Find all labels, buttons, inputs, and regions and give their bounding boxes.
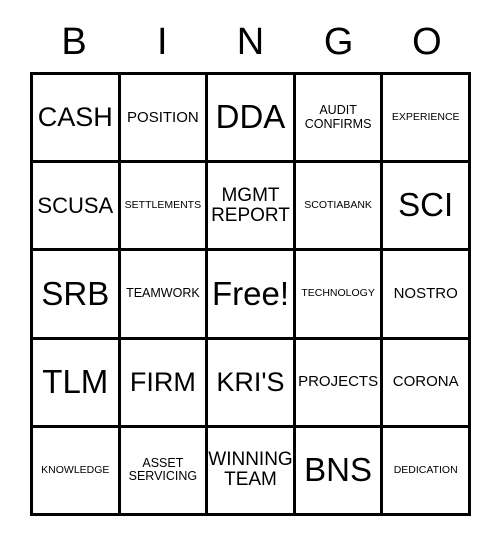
bingo-cell[interactable]: DDA xyxy=(208,75,296,164)
bingo-cell-free-space[interactable]: Free! xyxy=(208,251,296,340)
bingo-cell-label: BNS xyxy=(304,451,373,489)
bingo-cell[interactable]: NOSTRO xyxy=(383,251,471,340)
bingo-cell[interactable]: SETTLEMENTS xyxy=(120,163,209,252)
bingo-header-letter-g: G xyxy=(323,21,354,63)
bingo-cell-label: WINNING TEAM xyxy=(208,449,293,491)
bingo-cell-label: TEAMWORK xyxy=(126,286,200,301)
bingo-cell-label: DDA xyxy=(215,98,286,136)
bingo-cell-label: TECHNOLOGY xyxy=(301,287,375,300)
bingo-cell-label: MGMT REPORT xyxy=(211,184,290,226)
bingo-cell[interactable]: TEAMWORK xyxy=(120,251,209,340)
bingo-cell[interactable]: TECHNOLOGY xyxy=(295,251,384,340)
bingo-cell[interactable]: EXPERIENCE xyxy=(383,75,471,164)
bingo-cell[interactable]: SCOTIABANK xyxy=(295,163,384,252)
bingo-cell-label: FIRM xyxy=(129,367,196,398)
bingo-cell-label: CORONA xyxy=(392,373,459,391)
bingo-header-row: B I N G O xyxy=(30,16,471,68)
bingo-cell[interactable]: SCUSA xyxy=(33,163,121,252)
bingo-header-letter-i: I xyxy=(157,21,168,63)
bingo-cell-label: SCUSA xyxy=(37,193,114,219)
bingo-cell[interactable]: MGMT REPORT xyxy=(208,163,296,252)
bingo-cell-label: KNOWLEDGE xyxy=(41,463,110,476)
bingo-cell[interactable]: DEDICATION xyxy=(383,427,471,516)
bingo-cell[interactable]: KNOWLEDGE xyxy=(33,427,121,516)
bingo-cell-label: TLM xyxy=(42,362,109,400)
bingo-cell-label: KRI'S xyxy=(216,367,285,398)
bingo-header-letter-n: N xyxy=(236,21,265,63)
bingo-cell[interactable]: KRI'S xyxy=(208,339,296,428)
bingo-cell-label: SETTLEMENTS xyxy=(124,199,202,212)
bingo-cell[interactable]: PROJECTS xyxy=(295,339,384,428)
bingo-cell[interactable]: AUDIT CONFIRMS xyxy=(295,75,384,164)
bingo-cell-label: POSITION xyxy=(127,108,199,126)
bingo-cell[interactable]: TLM xyxy=(33,339,121,428)
bingo-cell[interactable]: SCI xyxy=(383,163,471,252)
bingo-header-letter-o: O xyxy=(412,21,442,63)
bingo-card: B I N G O CASH POSITION DDA AUDIT CONFIRMS E… xyxy=(0,0,501,544)
bingo-cell-label: SCOTIABANK xyxy=(304,199,372,212)
bingo-cell[interactable]: POSITION xyxy=(120,75,209,164)
bingo-cell-label: PROJECTS xyxy=(298,373,379,391)
bingo-cell-label: DEDICATION xyxy=(393,463,458,476)
bingo-cell[interactable]: SRB xyxy=(33,251,121,340)
bingo-cell-label: ASSET SERVICING xyxy=(128,456,198,484)
bingo-cell[interactable]: BNS xyxy=(295,427,384,516)
bingo-cell[interactable]: FIRM xyxy=(120,339,209,428)
bingo-cell-label: EXPERIENCE xyxy=(391,111,460,124)
bingo-cell-label: NOSTRO xyxy=(393,285,458,303)
bingo-grid: CASH POSITION DDA AUDIT CONFIRMS EXPERIENCE S… xyxy=(30,72,471,516)
bingo-cell-label: SRB xyxy=(41,274,110,312)
bingo-cell-label: Free! xyxy=(211,274,289,312)
bingo-cell-label: CASH xyxy=(37,102,113,133)
bingo-cell-label: SCI xyxy=(398,186,454,224)
bingo-cell-label: AUDIT CONFIRMS xyxy=(304,103,372,131)
bingo-cell[interactable]: CORONA xyxy=(383,339,471,428)
bingo-cell[interactable]: WINNING TEAM xyxy=(208,427,296,516)
bingo-cell[interactable]: ASSET SERVICING xyxy=(120,427,209,516)
bingo-cell[interactable]: CASH xyxy=(33,75,121,164)
bingo-header-letter-b: B xyxy=(61,21,87,63)
